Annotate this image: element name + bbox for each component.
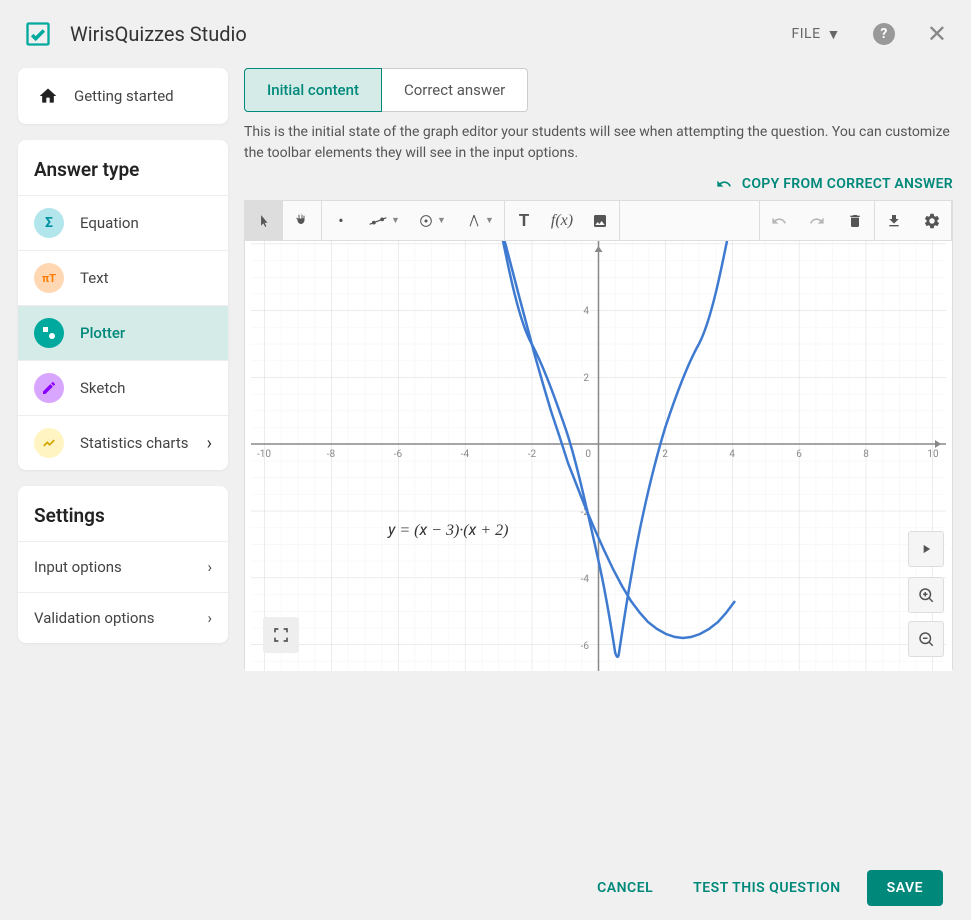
sidebar-item-plotter[interactable]: Plotter (18, 305, 228, 360)
toolbar: • ▼ ▼ ▼ T f(x) (245, 201, 952, 241)
close-icon[interactable]: ✕ (927, 20, 947, 48)
tab-description: This is the initial state of the graph e… (244, 122, 953, 164)
svg-text:10: 10 (927, 449, 939, 460)
zoom-controls (908, 577, 944, 657)
svg-text:-6: -6 (581, 641, 590, 652)
answer-type-card: Answer type Σ Equation πT Text Plotter (18, 140, 228, 470)
test-question-button[interactable]: TEST THIS QUESTION (679, 870, 855, 906)
chevron-right-icon: › (207, 433, 212, 454)
getting-started-card: Getting started (18, 68, 228, 124)
sidebar-item-validation-options[interactable]: Validation options › (18, 592, 228, 643)
text-icon: πT (34, 263, 64, 293)
undo-icon (714, 176, 734, 192)
svg-text:-10: -10 (257, 449, 271, 460)
svg-text:-4: -4 (461, 449, 470, 460)
svg-text:4: 4 (583, 306, 589, 317)
chevron-right-icon: › (207, 609, 212, 627)
point-tool[interactable]: • (322, 201, 360, 241)
download-button[interactable] (875, 201, 913, 241)
sidebar-item-label: Equation (80, 214, 212, 232)
svg-text:-4: -4 (581, 574, 590, 585)
sidebar-item-label: Text (80, 269, 212, 287)
image-tool[interactable] (581, 201, 619, 241)
settings-header: Settings (18, 486, 228, 541)
undo-button[interactable] (760, 201, 798, 241)
pencil-icon (34, 373, 64, 403)
header-right: FILE ▼ ? ✕ (791, 20, 947, 48)
svg-text:2: 2 (583, 373, 589, 384)
cancel-button[interactable]: CANCEL (583, 870, 667, 906)
main: Getting started Answer type Σ Equation π… (0, 68, 971, 670)
sidebar-item-text[interactable]: πT Text (18, 250, 228, 305)
sidebar-item-statistics[interactable]: Statistics charts › (18, 415, 228, 470)
save-button[interactable]: SAVE (867, 870, 943, 906)
chevron-right-icon: › (207, 558, 212, 576)
svg-text:6: 6 (796, 449, 802, 460)
getting-started-label: Getting started (74, 87, 174, 105)
equation-label: y = (x − 3)·(x + 2) (388, 520, 508, 540)
graph-editor: • ▼ ▼ ▼ T f(x) (244, 200, 953, 670)
chart-icon (34, 428, 64, 458)
header-left: WirisQuizzes Studio (24, 20, 247, 48)
sidebar-item-sketch[interactable]: Sketch (18, 360, 228, 415)
text-tool[interactable]: T (505, 201, 543, 241)
svg-text:2: 2 (662, 449, 668, 460)
play-button[interactable] (908, 531, 944, 567)
content-area: Initial content Correct answer This is t… (244, 68, 971, 670)
graph-canvas[interactable]: -10 -8 -6 -4 -2 0 2 4 6 8 10 4 2 -2 -4 (245, 241, 952, 671)
svg-text:8: 8 (863, 449, 869, 460)
sidebar-item-getting-started[interactable]: Getting started (18, 68, 228, 124)
tabs: Initial content Correct answer (244, 68, 953, 112)
file-menu-label: FILE (791, 26, 820, 42)
sidebar: Getting started Answer type Σ Equation π… (18, 68, 228, 670)
line-tool[interactable]: ▼ (360, 201, 408, 241)
dropdown-icon: ▼ (827, 26, 841, 43)
function-tool[interactable]: f(x) (543, 201, 581, 241)
compass-tool[interactable]: ▼ (456, 201, 504, 241)
redo-button[interactable] (798, 201, 836, 241)
zoom-in-button[interactable] (908, 577, 944, 613)
copy-from-correct-button[interactable]: COPY FROM CORRECT ANSWER (244, 176, 953, 192)
tab-correct-answer[interactable]: Correct answer (382, 68, 528, 112)
validation-options-label: Validation options (34, 609, 155, 627)
app-title: WirisQuizzes Studio (70, 22, 247, 46)
tab-initial-content[interactable]: Initial content (244, 68, 382, 112)
sidebar-item-input-options[interactable]: Input options › (18, 541, 228, 592)
home-icon (38, 86, 58, 106)
svg-text:4: 4 (729, 449, 735, 460)
app-header: WirisQuizzes Studio FILE ▼ ? ✕ (0, 0, 971, 68)
file-menu[interactable]: FILE ▼ (791, 26, 840, 43)
svg-text:-8: -8 (327, 449, 336, 460)
svg-text:-2: -2 (528, 449, 537, 460)
settings-card: Settings Input options › Validation opti… (18, 486, 228, 643)
pointer-tool[interactable] (245, 201, 283, 241)
help-icon[interactable]: ? (873, 23, 895, 45)
svg-text:0: 0 (585, 449, 591, 460)
sidebar-item-equation[interactable]: Σ Equation (18, 195, 228, 250)
app-logo (24, 20, 52, 48)
input-options-label: Input options (34, 558, 122, 576)
delete-button[interactable] (836, 201, 874, 241)
svg-text:-6: -6 (394, 449, 403, 460)
zoom-out-button[interactable] (908, 621, 944, 657)
sidebar-item-label: Sketch (80, 379, 212, 397)
fullscreen-button[interactable] (263, 617, 299, 653)
plotter-icon (34, 318, 64, 348)
answer-type-header: Answer type (18, 140, 228, 195)
circle-tool[interactable]: ▼ (408, 201, 456, 241)
copy-label: COPY FROM CORRECT ANSWER (742, 176, 953, 192)
sidebar-item-label: Plotter (80, 324, 212, 342)
hand-tool[interactable] (283, 201, 321, 241)
sidebar-item-label: Statistics charts (80, 434, 191, 452)
footer: CANCEL TEST THIS QUESTION SAVE (0, 856, 971, 920)
sigma-icon: Σ (34, 208, 64, 238)
settings-button[interactable] (913, 201, 951, 241)
plot-svg: -10 -8 -6 -4 -2 0 2 4 6 8 10 4 2 -2 -4 (245, 241, 952, 671)
